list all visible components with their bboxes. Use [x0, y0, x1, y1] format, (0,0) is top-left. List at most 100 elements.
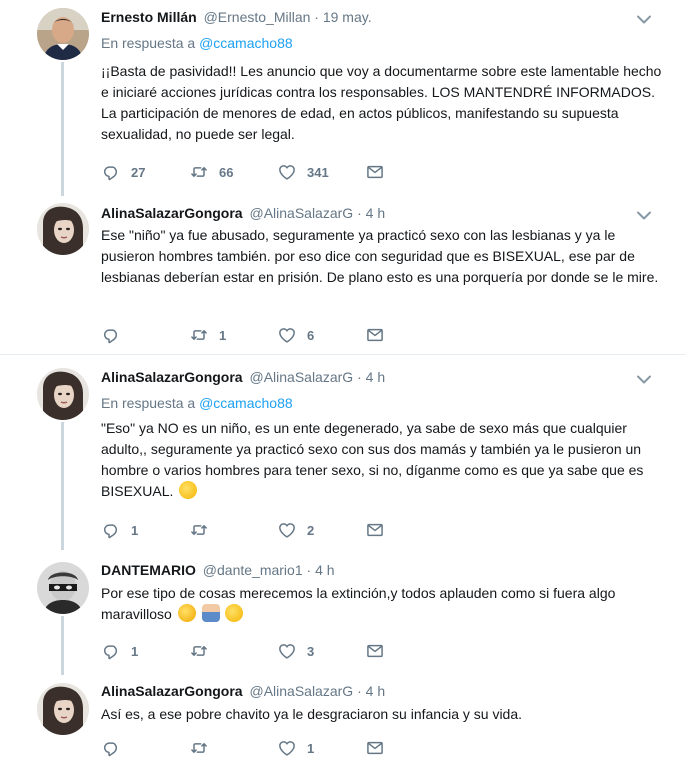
avatar[interactable]	[37, 203, 89, 255]
tweet-text: Ese "niño" ya fue abusado, seguramente y…	[101, 227, 659, 285]
reply-context: En respuesta a @ccamacho88	[101, 395, 293, 411]
reply-to-link[interactable]: @ccamacho88	[199, 35, 293, 51]
retweet-button[interactable]: 66	[189, 161, 233, 183]
timestamp[interactable]: 4 h	[366, 369, 385, 385]
reply-icon	[101, 325, 121, 345]
like-button[interactable]: 3	[277, 640, 314, 662]
thread-line	[61, 62, 64, 196]
avatar[interactable]	[37, 683, 89, 735]
reply-icon	[101, 641, 121, 661]
reply-button[interactable]: 1	[101, 519, 138, 541]
timestamp[interactable]: 19 may.	[323, 9, 372, 25]
author-handle[interactable]: @AlinaSalazarG	[249, 205, 353, 221]
message-button[interactable]	[365, 161, 385, 183]
message-button[interactable]	[365, 324, 385, 346]
reply-count: 1	[131, 643, 139, 659]
retweet-icon	[189, 641, 209, 661]
retweet-icon	[189, 738, 209, 758]
like-button[interactable]: 341	[277, 161, 329, 183]
reply-button[interactable]	[101, 737, 131, 759]
thinking-face-emoji-icon	[179, 481, 198, 499]
timestamp[interactable]: 4 h	[315, 562, 334, 578]
message-button[interactable]	[365, 519, 385, 541]
tweet-text: Así es, a ese pobre chavito ya le desgra…	[101, 706, 523, 722]
separator-dot: ·	[357, 205, 362, 221]
angry-face-emoji-icon	[177, 604, 196, 622]
author-name[interactable]: DANTEMARIO	[101, 562, 196, 578]
message-icon	[365, 325, 385, 345]
reply-button[interactable]: 1	[101, 640, 138, 662]
retweet-count: 1	[219, 327, 227, 343]
message-icon	[365, 738, 385, 758]
reply-icon	[101, 520, 121, 540]
author-name[interactable]: AlinaSalazarGongora	[101, 205, 243, 221]
author-handle[interactable]: @Ernesto_Millan	[204, 9, 311, 25]
reply-label: En respuesta a	[101, 395, 196, 411]
tweet-header: AlinaSalazarGongora @AlinaSalazarG · 4 h	[101, 683, 385, 699]
tweet[interactable]: Ernesto Millán @Ernesto_Millan · 19 may.…	[0, 0, 685, 196]
like-count: 6	[307, 327, 315, 343]
retweet-button[interactable]	[189, 640, 219, 662]
retweet-icon	[189, 162, 209, 182]
retweet-icon	[189, 520, 209, 540]
like-count: 341	[307, 164, 329, 180]
author-name[interactable]: Ernesto Millán	[101, 9, 197, 25]
reply-count: 27	[131, 164, 146, 180]
message-button[interactable]	[365, 737, 385, 759]
separator-dot: ·	[306, 562, 312, 578]
facepalm-emoji-icon	[201, 604, 220, 622]
avatar[interactable]	[37, 8, 89, 60]
like-count: 1	[307, 740, 315, 756]
retweet-count: 66	[219, 164, 234, 180]
timestamp[interactable]: 4 h	[366, 205, 385, 221]
tweet[interactable]: DANTEMARIO @dante_mario1 · 4 h Por ese t…	[0, 550, 685, 675]
author-handle[interactable]: @dante_mario1	[203, 562, 303, 578]
thread-line	[61, 616, 64, 675]
tweet-header: AlinaSalazarGongora @AlinaSalazarG · 4 h	[101, 369, 385, 385]
like-icon	[277, 162, 297, 182]
like-icon	[277, 738, 297, 758]
retweet-button[interactable]	[189, 519, 219, 541]
caret-down-icon[interactable]	[634, 208, 654, 222]
author-name[interactable]: AlinaSalazarGongora	[101, 683, 243, 699]
message-icon	[365, 641, 385, 661]
timestamp[interactable]: 4 h	[366, 683, 385, 699]
avatar[interactable]	[37, 368, 89, 420]
message-icon	[365, 520, 385, 540]
sweat-smile-emoji-icon	[225, 604, 244, 622]
author-name[interactable]: AlinaSalazarGongora	[101, 369, 243, 385]
separator-dot: ·	[357, 369, 362, 385]
like-icon	[277, 641, 297, 661]
like-icon	[277, 325, 297, 345]
like-button[interactable]: 1	[277, 737, 314, 759]
caret-down-icon[interactable]	[634, 372, 654, 386]
reply-button[interactable]	[101, 324, 131, 346]
tweet-header: AlinaSalazarGongora @AlinaSalazarG · 4 h	[101, 205, 385, 221]
reply-icon	[101, 162, 121, 182]
separator-dot: ·	[357, 683, 362, 699]
tweet[interactable]: AlinaSalazarGongora @AlinaSalazarG · 4 h…	[0, 675, 685, 777]
tweet[interactable]: AlinaSalazarGongora @AlinaSalazarG · 4 h…	[0, 355, 685, 550]
reply-icon	[101, 738, 121, 758]
retweet-button[interactable]	[189, 737, 219, 759]
message-button[interactable]	[365, 640, 385, 662]
reply-count: 1	[131, 522, 139, 538]
retweet-button[interactable]: 1	[189, 324, 226, 346]
reply-to-link[interactable]: @ccamacho88	[199, 395, 293, 411]
caret-down-icon[interactable]	[634, 12, 654, 26]
like-button[interactable]: 6	[277, 324, 314, 346]
like-button[interactable]: 2	[277, 519, 314, 541]
avatar[interactable]	[37, 562, 89, 614]
tweet-text: Por ese tipo de cosas merecemos la extin…	[101, 583, 671, 625]
reply-label: En respuesta a	[101, 35, 196, 51]
reply-button[interactable]: 27	[101, 161, 145, 183]
tweet[interactable]: AlinaSalazarGongora @AlinaSalazarG · 4 h…	[0, 196, 685, 354]
tweet-header: DANTEMARIO @dante_mario1 · 4 h	[101, 562, 335, 578]
message-icon	[365, 162, 385, 182]
like-icon	[277, 520, 297, 540]
author-handle[interactable]: @AlinaSalazarG	[249, 683, 353, 699]
reply-context: En respuesta a @ccamacho88	[101, 35, 293, 51]
separator-dot: ·	[314, 9, 319, 25]
author-handle[interactable]: @AlinaSalazarG	[249, 369, 353, 385]
tweet-text: ¡¡Basta de pasividad!! Les anuncio que v…	[101, 63, 662, 142]
